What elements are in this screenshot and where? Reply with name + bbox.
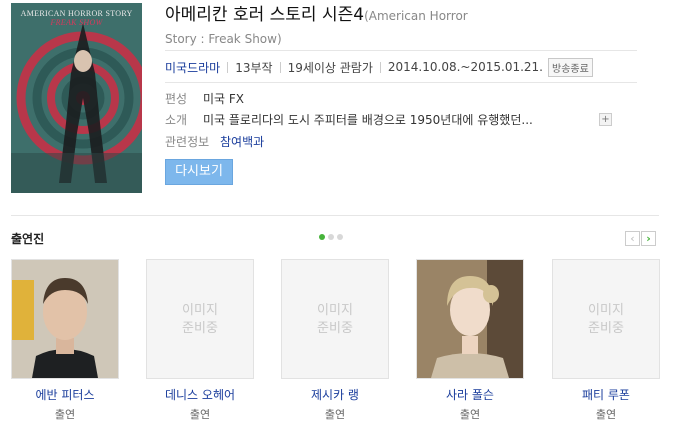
- cast-card[interactable]: 사라 폴슨 출연: [416, 259, 524, 422]
- cast-card[interactable]: 이미지 준비중 제시카 랭 출연: [281, 259, 389, 422]
- page-indicator: [319, 234, 343, 240]
- section-divider: [11, 215, 659, 216]
- broadcast-period: 2014.10.08.~2015.01.21.: [387, 60, 543, 74]
- cast-photo[interactable]: [11, 259, 119, 379]
- genre-link[interactable]: 미국드라마: [165, 59, 220, 76]
- network-row: 편성 미국 FX: [165, 90, 244, 107]
- next-arrow-button[interactable]: ›: [641, 231, 656, 246]
- divider: [165, 82, 637, 83]
- synopsis-row: 소개 미국 플로리다의 도시 주피터를 배경으로 1950년대에 유행했던...: [165, 111, 533, 128]
- page-dot-1[interactable]: [319, 234, 325, 240]
- title-korean: 아메리칸 호러 스토리 시즌4: [165, 5, 365, 25]
- image-placeholder-text: 이미지 준비중: [553, 302, 659, 338]
- cast-photo[interactable]: [416, 259, 524, 379]
- cast-name[interactable]: 사라 폴슨: [416, 386, 524, 403]
- related-label: 관련정보: [165, 135, 210, 149]
- cast-photo-placeholder[interactable]: 이미지 준비중: [146, 259, 254, 379]
- title-english-2: Story : Freak Show): [165, 32, 282, 46]
- cast-name[interactable]: 패티 루폰: [552, 386, 660, 403]
- cast-role: 출연: [595, 408, 617, 421]
- divider: [165, 50, 637, 51]
- poster-image[interactable]: AMERICAN HORROR STORY FREAK SHOW: [11, 3, 142, 193]
- cast-role: 출연: [54, 408, 76, 421]
- poster-art: [11, 3, 142, 193]
- page-dot-2[interactable]: [328, 234, 334, 240]
- synopsis-label: 소개: [165, 113, 188, 127]
- placeholder-line: 이미지 준비중: [182, 303, 218, 336]
- network-value: 미국 FX: [203, 92, 245, 106]
- drama-title: 아메리칸 호러 스토리 시즌4(American Horror Story : …: [165, 4, 625, 50]
- prev-arrow-button[interactable]: ‹: [625, 231, 640, 246]
- watch-again-button[interactable]: 다시보기: [165, 159, 233, 185]
- image-placeholder-text: 이미지 준비중: [282, 302, 388, 338]
- related-row: 관련정보 참여백과: [165, 133, 264, 150]
- title-english-1: (American Horror: [364, 9, 468, 23]
- expand-synopsis-button[interactable]: +: [599, 113, 612, 126]
- cast-role: 출연: [189, 408, 211, 421]
- placeholder-line: 이미지 준비중: [588, 303, 624, 336]
- related-link[interactable]: 참여백과: [220, 133, 264, 150]
- age-rating: 19세이상 관람가: [287, 60, 373, 75]
- cast-name[interactable]: 제시카 랭: [281, 386, 389, 403]
- synopsis-text: 미국 플로리다의 도시 주피터를 배경으로 1950년대에 유행했던...: [203, 113, 533, 127]
- actor-photo: [417, 260, 523, 378]
- actor-photo: [12, 260, 118, 378]
- cast-section-title: 출연진: [11, 232, 45, 246]
- meta-info: 미국드라마 13부작 19세이상 관람가 2014.10.08.~2015.01…: [165, 57, 635, 77]
- cast-role: 출연: [459, 408, 481, 421]
- poster-title: AMERICAN HORROR STORY: [20, 9, 133, 18]
- cast-card[interactable]: 이미지 준비중 데니스 오헤어 출연: [146, 259, 254, 422]
- poster-subtitle: FREAK SHOW: [50, 18, 103, 27]
- image-placeholder-text: 이미지 준비중: [147, 302, 253, 338]
- cast-name[interactable]: 데니스 오헤어: [146, 386, 254, 403]
- cast-navigation: ‹ ›: [625, 231, 656, 246]
- placeholder-line: 이미지 준비중: [317, 303, 353, 336]
- status-badge: 방송종료: [548, 57, 593, 77]
- cast-card[interactable]: 이미지 준비중 패티 루폰 출연: [552, 259, 660, 422]
- cast-role: 출연: [324, 408, 346, 421]
- network-label: 편성: [165, 92, 188, 106]
- cast-photo-placeholder[interactable]: 이미지 준비중: [281, 259, 389, 379]
- episode-count: 13부작: [235, 60, 273, 75]
- cast-photo-placeholder[interactable]: 이미지 준비중: [552, 259, 660, 379]
- cast-name[interactable]: 에반 피터스: [11, 386, 119, 403]
- page-dot-3[interactable]: [337, 234, 343, 240]
- cast-card[interactable]: 에반 피터스 출연: [11, 259, 119, 422]
